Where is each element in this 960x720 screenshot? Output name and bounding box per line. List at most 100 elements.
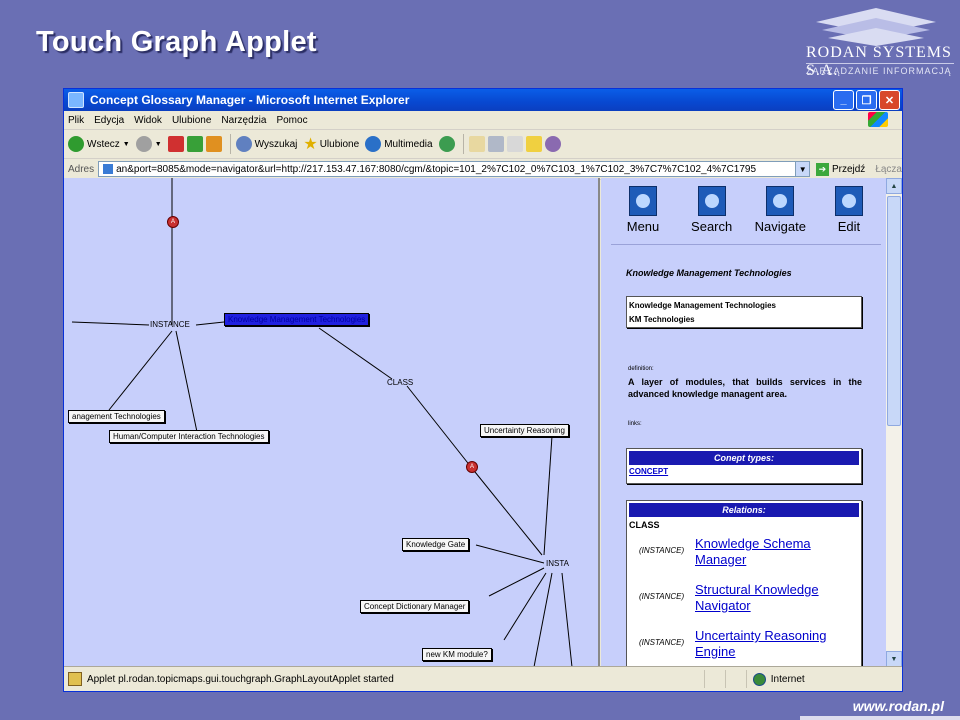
toolbar-separator — [229, 134, 231, 154]
graph-node-selected[interactable]: Knowledge Management Technologies — [224, 313, 370, 326]
media-button[interactable]: Multimedia — [365, 136, 433, 152]
relations-box: Relations: CLASS (INSTANCE) Knowledge Sc… — [626, 500, 862, 667]
links-button[interactable]: Łącza — [875, 164, 902, 175]
graph-label-class: CLASS — [387, 378, 414, 387]
graph-edge — [406, 385, 472, 468]
close-button[interactable]: ✕ — [879, 90, 900, 110]
footer-url: www.rodan.pl — [852, 698, 944, 714]
scroll-up-icon[interactable]: ▲ — [886, 178, 902, 194]
graph-node[interactable]: anagement Technologies — [68, 410, 165, 423]
magnifier-icon — [697, 186, 726, 216]
graph-edge — [475, 544, 545, 564]
concept-types-box: Conept types: CONCEPT — [626, 448, 862, 484]
menu-edit[interactable]: Edycja — [94, 115, 124, 126]
back-button[interactable]: Wstecz ▼ — [68, 136, 130, 152]
graph-node[interactable]: Human/Computer Interaction Technologies — [109, 430, 269, 443]
back-label: Wstecz — [87, 138, 120, 150]
graph-edge — [503, 572, 547, 641]
favorites-button[interactable]: ★ Ulubione — [303, 134, 359, 154]
history-icon[interactable] — [438, 136, 455, 152]
nav-navigate-label: Navigate — [754, 219, 806, 234]
address-dropdown-icon[interactable]: ▼ — [796, 161, 810, 177]
nav-edit-button[interactable]: Edit — [817, 186, 881, 244]
status-cell — [703, 670, 725, 688]
home-icon[interactable] — [205, 136, 222, 152]
title-bar: Concept Glossary Manager - Microsoft Int… — [64, 89, 902, 111]
toolbar-separator — [462, 134, 464, 154]
security-zone: Internet — [745, 670, 902, 688]
media-label: Multimedia — [384, 138, 433, 150]
graph-edge — [318, 327, 393, 380]
graph-label-instance: INSTANCE — [150, 320, 190, 329]
relation-type: (INSTANCE) — [639, 638, 685, 647]
scroll-down-icon[interactable]: ▼ — [886, 651, 902, 667]
topic-name: KM Technologies — [629, 315, 695, 324]
relation-row: (INSTANCE) Uncertainty Reasoning Engine — [627, 628, 861, 660]
address-input[interactable]: an&port=8085&mode=navigator&url=http://2… — [98, 161, 797, 177]
topic-name: Knowledge Management Technologies — [629, 301, 776, 310]
print-icon[interactable] — [487, 136, 504, 152]
nav-navigate-button[interactable]: Navigate — [748, 186, 812, 244]
messenger-icon[interactable] — [544, 136, 561, 152]
panel-nav: Menu Search Navigate Edit — [611, 186, 881, 245]
menu-bar: Plik Edycja Widok Ulubione Narzędzia Pom… — [64, 111, 902, 130]
relation-row: (INSTANCE) Knowledge Schema Manager — [627, 536, 861, 568]
relation-link[interactable]: Structural Knowledge Navigator — [695, 582, 845, 614]
concept-type-link[interactable]: CONCEPT — [627, 467, 861, 476]
stop-icon[interactable] — [167, 136, 184, 152]
page-content: A A INSTANCE CLASS INSTA Knowledge Manag… — [64, 178, 902, 667]
mail-icon[interactable] — [468, 136, 485, 152]
ie-window-icon — [68, 92, 84, 108]
search-button[interactable]: Wyszukaj — [235, 136, 297, 152]
graph-label-instance: INSTA — [546, 559, 569, 568]
graph-node[interactable]: Uncertainty Reasoning — [480, 424, 569, 437]
nav-menu-button[interactable]: Menu — [611, 186, 675, 244]
links-label: links: — [628, 421, 642, 427]
scroll-thumb[interactable] — [887, 196, 901, 426]
windows-logo-icon — [868, 112, 888, 127]
graph-node[interactable]: Concept Dictionary Manager — [360, 600, 470, 613]
back-dropdown-icon: ▼ — [122, 140, 130, 148]
menu-file[interactable]: Plik — [68, 115, 84, 126]
relation-type: (INSTANCE) — [639, 546, 685, 555]
refresh-icon[interactable] — [186, 136, 203, 152]
graph-association-badge[interactable]: A — [466, 461, 478, 473]
menu-tools[interactable]: Narzędzia — [221, 115, 266, 126]
graph-edge — [543, 435, 553, 556]
go-button[interactable]: ➔ Przejdź — [815, 162, 865, 176]
graph-node[interactable]: new KM module? — [422, 648, 492, 661]
edit-page-icon[interactable] — [506, 136, 523, 152]
relation-link[interactable]: Uncertainty Reasoning Engine — [695, 628, 845, 660]
graph-association-badge[interactable]: A — [167, 216, 179, 228]
media-icon — [365, 136, 382, 152]
menu-view[interactable]: Widok — [134, 115, 162, 126]
browser-window: Concept Glossary Manager - Microsoft Int… — [63, 88, 903, 692]
topic-names-box: Knowledge Management Technologies KM Tec… — [626, 296, 862, 328]
footer-bar — [800, 716, 960, 720]
address-bar: Adres an&port=8085&mode=navigator&url=ht… — [64, 159, 902, 180]
slide-title: Touch Graph Applet — [36, 26, 317, 58]
menu-favorites[interactable]: Ulubione — [172, 115, 211, 126]
minimize-button[interactable]: _ — [833, 90, 854, 110]
relation-link[interactable]: Knowledge Schema Manager — [695, 536, 845, 568]
nav-search-button[interactable]: Search — [680, 186, 744, 244]
relations-class-label: CLASS — [629, 520, 660, 530]
touchgraph-applet[interactable]: A A INSTANCE CLASS INSTA Knowledge Manag… — [64, 178, 600, 667]
status-text: Applet pl.rodan.topicmaps.gui.touchgraph… — [86, 673, 394, 685]
graph-edge — [195, 321, 225, 326]
applet-status-icon — [68, 672, 82, 686]
topic-panel: Menu Search Navigate Edit Knowledge Mana… — [601, 178, 886, 667]
graph-node[interactable]: Knowledge Gate — [402, 538, 470, 551]
status-cell — [724, 670, 746, 688]
maximize-button[interactable]: ❐ — [856, 90, 877, 110]
toolbar: Wstecz ▼ ▼ Wyszukaj ★ Ulubione Multimedi… — [64, 130, 902, 159]
vertical-scrollbar[interactable]: ▲ ▼ — [886, 178, 902, 667]
relation-row: (INSTANCE) Structural Knowledge Navigato… — [627, 582, 861, 614]
relations-header: Relations: — [629, 503, 859, 517]
forward-button[interactable]: ▼ — [135, 136, 162, 152]
graph-edge — [108, 330, 173, 411]
globe-icon — [752, 672, 766, 686]
discuss-icon[interactable] — [525, 136, 542, 152]
status-bar: Applet pl.rodan.topicmaps.gui.touchgraph… — [64, 666, 902, 691]
menu-help[interactable]: Pomoc — [276, 115, 307, 126]
